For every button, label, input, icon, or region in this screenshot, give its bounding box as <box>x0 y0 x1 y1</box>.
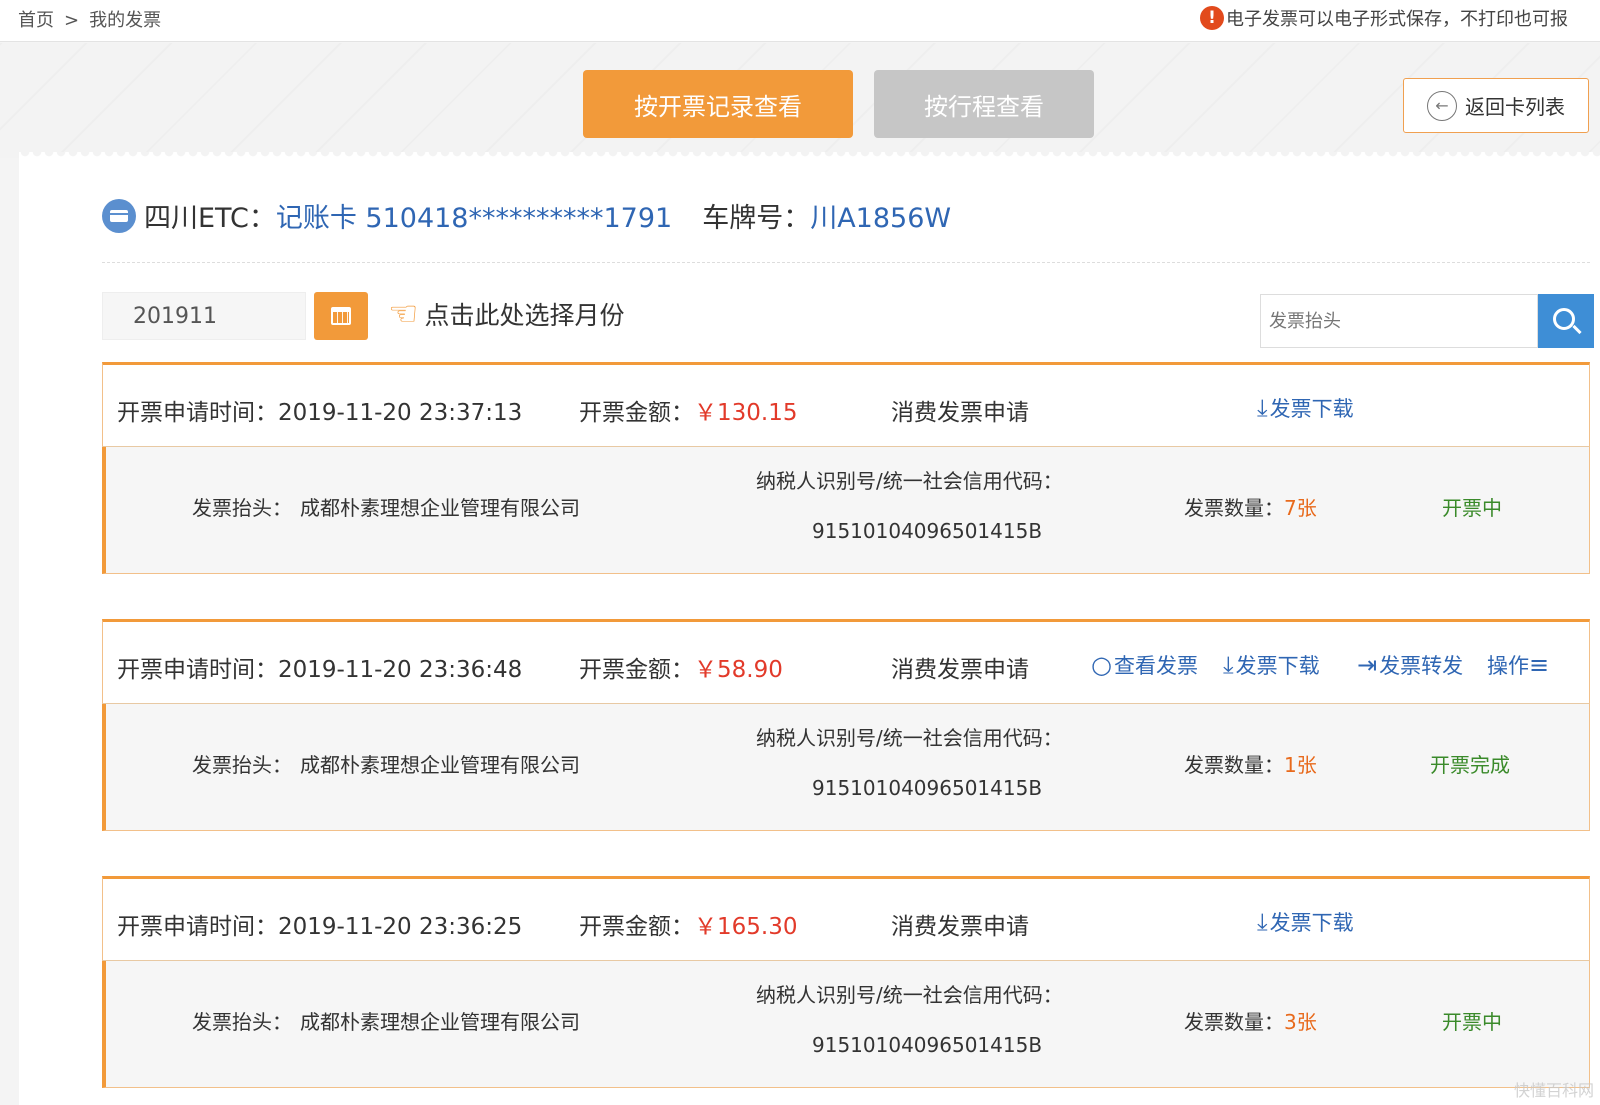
quantity-value: 3张 <box>1284 1010 1317 1034</box>
bank-card-icon <box>102 198 136 233</box>
invoice-title-label: 发票抬头： <box>192 1010 292 1034</box>
amount-label: 开票金额： <box>579 400 694 426</box>
record-header: 开票申请时间：2019-11-20 23:36:25 开票金额：￥165.30 … <box>102 876 1590 961</box>
record-header: 开票申请时间：2019-11-20 23:36:48 开票金额：￥58.90 消… <box>102 619 1590 704</box>
notice-text: 电子发票可以电子形式保存，不打印也可报 <box>1226 9 1568 30</box>
invoice-title-value: 成都朴素理想企业管理有限公司 <box>300 496 580 520</box>
download-icon: ⤓ <box>1257 908 1268 936</box>
month-hint[interactable]: ☜ 点击此处选择月份 <box>388 296 625 332</box>
breadcrumb-separator: > <box>64 10 80 31</box>
warning-icon: ! <box>1200 6 1224 30</box>
time-label: 开票申请时间： <box>117 914 278 940</box>
invoice-record: 开票申请时间：2019-11-20 23:37:13 开票金额：￥130.15 … <box>102 362 1590 574</box>
record-details: 发票抬头： 成都朴素理想企业管理有限公司 纳税人识别号/统一社会信用代码： 915… <box>102 961 1590 1088</box>
breadcrumb-current: 我的发票 <box>89 10 162 31</box>
breadcrumb: 首页 > 我的发票 <box>18 6 161 32</box>
breadcrumb-home[interactable]: 首页 <box>18 6 54 32</box>
record-header: 开票申请时间：2019-11-20 23:37:13 开票金额：￥130.15 … <box>102 362 1590 447</box>
top-bar: 首页 > 我的发票 ! 电子发票可以电子形式保存，不打印也可报 <box>0 0 1600 42</box>
notice-banner: ! 电子发票可以电子形式保存，不打印也可报 <box>1200 5 1568 31</box>
record-time: 2019-11-20 23:37:13 <box>278 400 523 426</box>
time-label: 开票申请时间： <box>117 657 278 683</box>
back-button-label: 返回卡列表 <box>1465 95 1565 119</box>
record-time: 2019-11-20 23:36:48 <box>278 657 523 683</box>
plate-label: 车牌号： <box>702 203 811 234</box>
amount-label: 开票金额： <box>579 657 694 683</box>
card-number: 记账卡 510418**********1791 <box>275 203 673 234</box>
month-input[interactable]: 201911 <box>102 292 306 340</box>
record-time: 2019-11-20 23:36:25 <box>278 914 523 940</box>
month-hint-text: 点击此处选择月份 <box>424 301 625 330</box>
download-invoice-link[interactable]: ⤓ 发票下载 <box>1223 650 1320 680</box>
card-edge-decoration <box>19 152 1600 160</box>
operations-menu[interactable]: 操作 ≡ <box>1487 650 1551 680</box>
quantity-value: 1张 <box>1284 753 1317 777</box>
status-badge: 开票中 <box>1442 1010 1502 1034</box>
calendar-button[interactable] <box>314 292 368 340</box>
tax-id-label: 纳税人识别号/统一社会信用代码： <box>756 726 1063 750</box>
download-invoice-link[interactable]: ⤓ 发票下载 <box>1257 907 1354 937</box>
tax-id-label: 纳税人识别号/统一社会信用代码： <box>756 983 1063 1007</box>
record-type: 消费发票申请 <box>891 914 1029 940</box>
view-invoice-link[interactable]: ○ 查看发票 <box>1091 650 1198 680</box>
back-arrow-icon: ← <box>1427 90 1457 121</box>
search-button[interactable] <box>1538 294 1594 348</box>
record-amount: ￥130.15 <box>694 400 798 426</box>
pointing-hand-icon: ☜ <box>388 294 419 334</box>
calendar-icon <box>331 307 351 325</box>
watermark: 快懂百科网 <box>1513 1081 1594 1100</box>
tab-by-invoice-record[interactable]: 按开票记录查看 <box>583 70 853 138</box>
invoice-title-value: 成都朴素理想企业管理有限公司 <box>300 1010 580 1034</box>
tax-id-value: 91510104096501415B <box>812 776 1043 800</box>
tab-by-trip[interactable]: 按行程查看 <box>874 70 1094 138</box>
record-type: 消费发票申请 <box>891 657 1029 683</box>
invoice-record: 开票申请时间：2019-11-20 23:36:25 开票金额：￥165.30 … <box>102 876 1590 1088</box>
record-amount: ￥58.90 <box>694 657 783 683</box>
plate-number: 川A1856W <box>810 203 952 234</box>
invoice-title-value: 成都朴素理想企业管理有限公司 <box>300 753 580 777</box>
quantity-value: 7张 <box>1284 496 1317 520</box>
tax-id-value: 91510104096501415B <box>812 1033 1043 1057</box>
status-badge: 开票完成 <box>1430 753 1510 777</box>
invoice-title-label: 发票抬头： <box>192 753 292 777</box>
quantity-label: 发票数量： <box>1184 1010 1284 1034</box>
invoice-record: 开票申请时间：2019-11-20 23:36:48 开票金额：￥58.90 消… <box>102 619 1590 831</box>
forward-invoice-link[interactable]: ⇥ 发票转发 <box>1357 650 1463 680</box>
back-to-card-list-button[interactable]: ← 返回卡列表 <box>1403 78 1589 133</box>
tax-id-label: 纳税人识别号/统一社会信用代码： <box>756 469 1063 493</box>
forward-icon: ⇥ <box>1357 651 1378 679</box>
amount-label: 开票金额： <box>579 914 694 940</box>
invoice-title-search-input[interactable] <box>1260 294 1538 348</box>
invoice-title-label: 发票抬头： <box>192 496 292 520</box>
quantity-label: 发票数量： <box>1184 753 1284 777</box>
magnifier-icon: ○ <box>1091 651 1112 679</box>
record-details: 发票抬头： 成都朴素理想企业管理有限公司 纳税人识别号/统一社会信用代码： 915… <box>102 447 1590 574</box>
record-details: 发票抬头： 成都朴素理想企业管理有限公司 纳税人识别号/统一社会信用代码： 915… <box>102 704 1590 831</box>
tax-id-value: 91510104096501415B <box>812 519 1043 543</box>
record-type: 消费发票申请 <box>891 400 1029 426</box>
card-info: 四川ETC： 记账卡 510418**********1791 车牌号： 川A1… <box>102 196 951 235</box>
download-icon: ⤓ <box>1223 651 1234 679</box>
status-badge: 开票中 <box>1442 496 1502 520</box>
divider <box>102 262 1590 263</box>
menu-icon: ≡ <box>1529 651 1550 679</box>
record-amount: ￥165.30 <box>694 914 798 940</box>
time-label: 开票申请时间： <box>117 400 278 426</box>
download-invoice-link[interactable]: ⤓ 发票下载 <box>1257 393 1354 423</box>
download-icon: ⤓ <box>1257 394 1268 422</box>
province-label: 四川ETC： <box>144 203 276 234</box>
quantity-label: 发票数量： <box>1184 496 1284 520</box>
search-icon <box>1553 308 1575 330</box>
